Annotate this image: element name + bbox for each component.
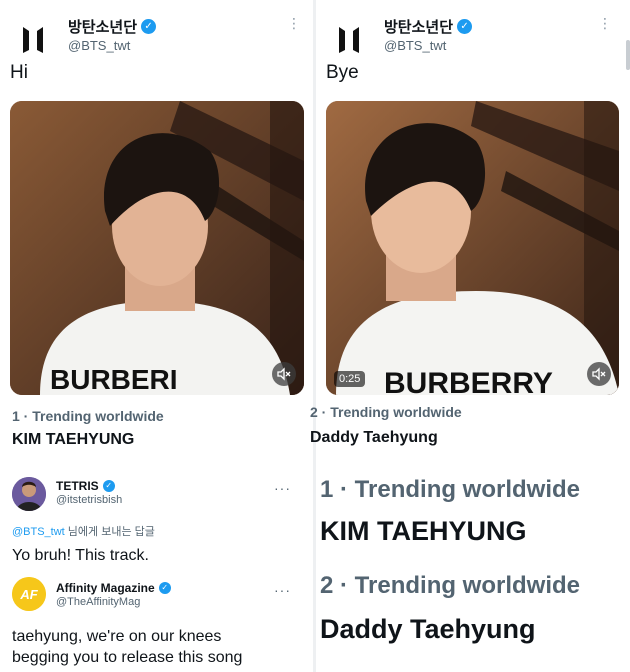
reply-text: Yo bruh! This track. <box>12 547 149 564</box>
mute-icon[interactable] <box>587 362 611 386</box>
display-name-text: 방탄소년단 <box>384 19 454 36</box>
reply-text-line: taehyung, we're on our knees <box>12 628 222 645</box>
trend-name[interactable]: Daddy Taehyung <box>310 429 438 447</box>
reply-author-name[interactable]: TETRIS ✓ <box>56 479 115 493</box>
more-horizontal-icon[interactable]: ··· <box>274 480 291 496</box>
avatar[interactable]: AF <box>12 577 46 611</box>
reply-handle[interactable]: @itstetrisbish <box>56 494 122 506</box>
zoom-trend-name: KIM TAEHYUNG <box>320 516 527 546</box>
reply-author-name-text: TETRIS <box>56 479 99 493</box>
video-frame: BURBERI <box>10 101 304 395</box>
svg-text:BURBERI: BURBERI <box>50 364 178 395</box>
tweet-text: Hi <box>10 62 28 83</box>
trend-rank: 2 · Trending worldwide <box>310 404 462 420</box>
zoom-trend-name: Daddy Taehyung <box>320 614 536 644</box>
zoom-trend-rank: 1 · Trending worldwide <box>320 476 581 503</box>
tweet-header: 방탄소년단 ✓ @BTS_twt ⋮ <box>0 6 313 56</box>
handle[interactable]: @BTS_twt <box>68 38 130 53</box>
verified-icon: ✓ <box>141 19 157 34</box>
more-vertical-icon[interactable]: ⋮ <box>598 16 612 30</box>
reply-handle[interactable]: @TheAffinityMag <box>56 596 140 608</box>
reply-author-name[interactable]: Affinity Magazine ✓ <box>56 581 171 595</box>
svg-text:BURBERRY: BURBERRY <box>384 367 553 395</box>
reply-author-name-text: Affinity Magazine <box>56 581 155 595</box>
verified-icon: ✓ <box>102 480 115 492</box>
more-horizontal-icon[interactable]: ··· <box>274 582 291 598</box>
mute-icon[interactable] <box>272 362 296 386</box>
replying-to-suffix: 님에게 보내는 답글 <box>64 526 155 538</box>
video-player[interactable]: BURBERI <box>10 101 304 395</box>
scrollbar[interactable] <box>626 40 630 70</box>
tweet-header: 방탄소년단 ✓ @BTS_twt ⋮ <box>316 6 630 56</box>
reply-mention[interactable]: @BTS_twt <box>12 526 65 538</box>
trend-name[interactable]: KIM TAEHYUNG <box>12 431 134 449</box>
avatar[interactable] <box>12 477 46 511</box>
display-name[interactable]: 방탄소년단 ✓ <box>68 16 157 37</box>
video-player[interactable]: BURBERRY 0:25 <box>326 101 619 395</box>
avatar-text: AF <box>19 587 38 602</box>
bts-logo-icon[interactable] <box>16 22 50 56</box>
video-frame: BURBERRY <box>326 101 619 395</box>
more-vertical-icon[interactable]: ⋮ <box>287 16 301 30</box>
tweet-panel-left: 방탄소년단 ✓ @BTS_twt ⋮ Hi BURBERI 1 · Trendi… <box>0 0 313 672</box>
video-duration: 0:25 <box>334 371 366 387</box>
replying-to: @BTS_twt 님에게 보내는 답글 <box>12 523 155 539</box>
handle[interactable]: @BTS_twt <box>384 38 446 53</box>
verified-icon: ✓ <box>457 19 473 34</box>
trend-rank: 1 · Trending worldwide <box>12 408 164 424</box>
display-name[interactable]: 방탄소년단 ✓ <box>384 16 473 37</box>
reply-text-line: begging you to release this song <box>12 649 243 666</box>
zoom-trend-rank: 2 · Trending worldwide <box>320 572 581 599</box>
verified-icon: ✓ <box>158 582 171 594</box>
bts-logo-icon[interactable] <box>332 22 366 56</box>
display-name-text: 방탄소년단 <box>68 19 138 36</box>
tweet-text: Bye <box>326 62 359 83</box>
